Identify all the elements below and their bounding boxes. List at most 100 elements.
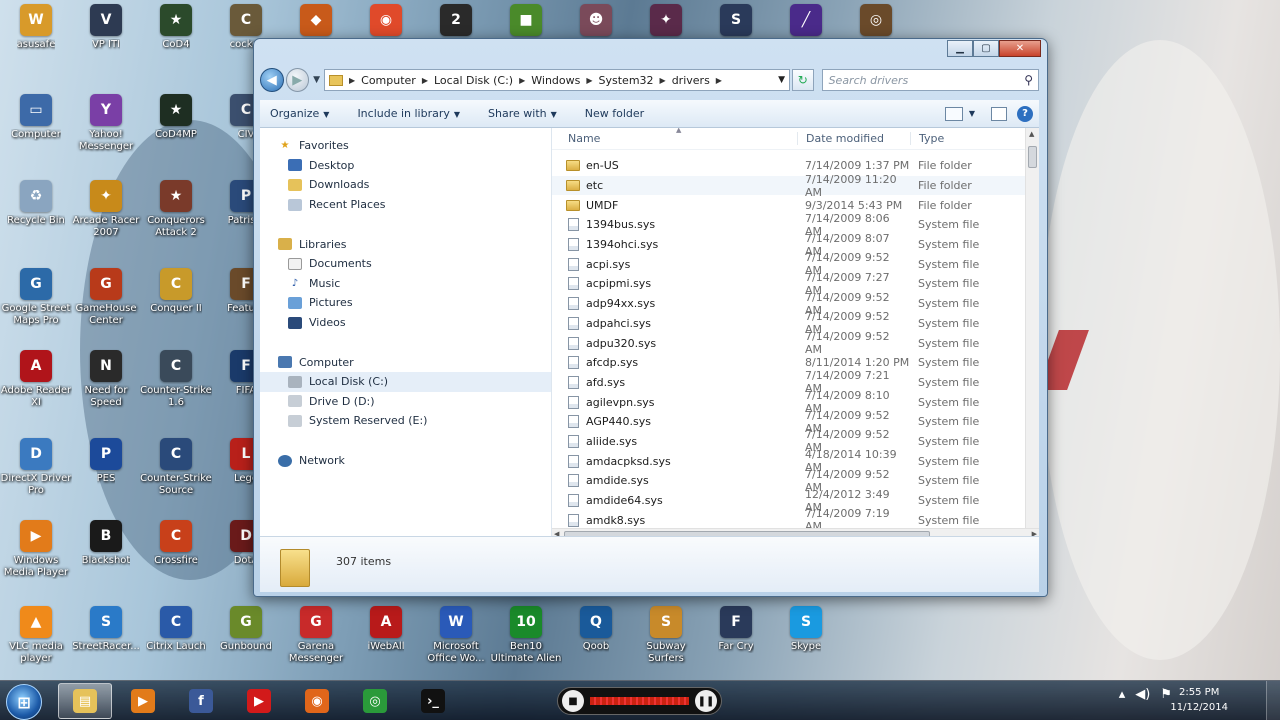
desktop-icon-vp-iti[interactable]: V VP ITI (70, 4, 142, 66)
file-row[interactable]: agilevpn.sys 7/14/2009 8:10 AM System file (552, 389, 1039, 415)
desktop-icon-pes[interactable]: P PES (70, 438, 142, 500)
breadcrumb-windows[interactable]: Windows (527, 74, 584, 87)
taskbar-media-player-button[interactable]: ▶ (116, 683, 170, 719)
change-view-icon[interactable] (944, 106, 963, 121)
nav-drive-d[interactable]: Drive D (D:) (260, 392, 551, 412)
desktop-icon-counter-strike-source[interactable]: C Counter-Strike Source (140, 438, 212, 500)
start-button[interactable]: ⊞ (6, 684, 42, 720)
recent-pages-icon[interactable]: ▼ (313, 75, 320, 85)
breadcrumb-computer[interactable]: Computer (357, 74, 420, 87)
file-row[interactable]: UMDF 9/3/2014 5:43 PM File folder (552, 195, 1039, 215)
show-desktop-button[interactable] (1266, 681, 1280, 720)
preview-pane-icon[interactable] (991, 106, 1007, 121)
desktop-icon-gamehouse-center[interactable]: G GameHouse Center (70, 268, 142, 330)
nav-videos[interactable]: Videos (260, 313, 551, 333)
forward-button[interactable]: ▶ (285, 68, 310, 92)
desktop-icon-conquer-ii[interactable]: C Conquer II (140, 268, 212, 330)
desktop-icon-recycle-bin[interactable]: ♻ Recycle Bin (0, 180, 72, 242)
minimize-button[interactable]: ▁ (947, 40, 973, 57)
chevron-down-icon[interactable]: ▼ (969, 109, 975, 118)
nav-recent-places[interactable]: Recent Places (260, 195, 551, 215)
desktop-icon-adobe-reader-xi[interactable]: A Adobe Reader XI (0, 350, 72, 412)
nav-desktop[interactable]: Desktop (260, 156, 551, 176)
taskbar-chrome-button[interactable]: ◎ (348, 683, 402, 719)
desktop-icon-citrix-lauch[interactable]: C Citrix Lauch (140, 606, 212, 668)
desktop-icon-directx-driver-pro[interactable]: D DirectX Driver Pro (0, 438, 72, 500)
address-bar[interactable]: ▶ Computer ▶ Local Disk (C:) ▶ Windows ▶… (323, 69, 790, 91)
desktop-icon-need-for-speed[interactable]: N Need for Speed (70, 350, 142, 412)
chevron-right-icon[interactable]: ▶ (420, 76, 430, 85)
desktop-icon-google-street-maps-pro[interactable]: G Google Street Maps Pro (0, 268, 72, 330)
desktop-icon-blackshot[interactable]: B Blackshot (70, 520, 142, 582)
maximize-button[interactable]: ▢ (973, 40, 999, 57)
desktop-icon-counter-strike-1-6[interactable]: C Counter-Strike 1.6 (140, 350, 212, 412)
file-row[interactable]: adpahci.sys 7/14/2009 9:52 AM System file (552, 310, 1039, 336)
file-row[interactable]: acpipmi.sys 7/14/2009 7:27 AM System file (552, 271, 1039, 297)
file-row[interactable]: AGP440.sys 7/14/2009 9:52 AM System file (552, 409, 1039, 435)
nav-libraries[interactable]: Libraries (260, 234, 551, 254)
scroll-thumb[interactable] (1028, 146, 1037, 168)
file-row[interactable]: adpu320.sys 7/14/2009 9:52 AM System file (552, 330, 1039, 356)
desktop-icon-qoob[interactable]: Q Qoob (560, 606, 632, 668)
desktop-icon-microsoft-office-wo[interactable]: W Microsoft Office Wo... (420, 606, 492, 668)
desktop-icon-streetracer[interactable]: S StreetRacer... (70, 606, 142, 668)
file-row[interactable]: adp94xx.sys 7/14/2009 9:52 AM System file (552, 291, 1039, 317)
share-with-button[interactable]: Share with ▼ (488, 107, 557, 120)
desktop-icon-yahoo-messenger[interactable]: Y Yahoo! Messenger (70, 94, 142, 156)
search-input[interactable]: Search drivers ⚲ (821, 69, 1039, 91)
help-icon[interactable]: ? (1017, 105, 1033, 122)
search-icon[interactable]: ⚲ (1024, 73, 1033, 87)
nav-system-reserved[interactable]: System Reserved (E:) (260, 411, 551, 431)
column-date-modified[interactable]: Date modified (797, 132, 910, 145)
file-row[interactable]: acpi.sys 7/14/2009 9:52 AM System file (552, 251, 1039, 277)
taskbar-firefox-button[interactable]: ◉ (290, 683, 344, 719)
back-button[interactable]: ◀ (260, 68, 284, 92)
clock[interactable]: 2:55 PM 11/12/2014 (1170, 685, 1228, 715)
chevron-right-icon[interactable]: ▶ (517, 76, 527, 85)
new-folder-button[interactable]: New folder (585, 107, 644, 120)
nav-local-disk[interactable]: Local Disk (C:) (260, 371, 551, 392)
breadcrumb-drivers[interactable]: drivers (668, 74, 714, 87)
desktop-icon-iweball[interactable]: AiWebAll (350, 606, 422, 668)
file-row[interactable]: afcdp.sys 8/11/2014 1:20 PM System file (552, 353, 1039, 373)
chevron-right-icon[interactable]: ▶ (584, 76, 594, 85)
file-row[interactable]: 1394ohci.sys 7/14/2009 8:07 AM System file (552, 232, 1039, 258)
desktop-icon-subway-surfers[interactable]: S Subway Surfers (630, 606, 702, 668)
file-row[interactable]: amdide.sys 7/14/2009 9:52 AM System file (552, 468, 1039, 494)
desktop-icon-conquerors-attack-2[interactable]: ★ Conquerors Attack 2 (140, 180, 212, 242)
desktop-icon-computer[interactable]: ▭ Computer (0, 94, 72, 156)
desktop-icon-asusafe[interactable]: Wasusafe (0, 4, 72, 66)
scroll-up-icon[interactable]: ▲ (1029, 130, 1034, 138)
desktop-icon-arcade-racer-2007[interactable]: ✦ Arcade Racer 2007 (70, 180, 142, 242)
desktop-icon-vlc-media-player[interactable]: ▲ VLC media player (0, 606, 72, 668)
file-row[interactable]: amdide64.sys 12/4/2012 3:49 AM System file (552, 488, 1039, 514)
desktop-icon-gunbound[interactable]: G Gunbound (210, 606, 282, 668)
desktop-icon-far-cry[interactable]: F Far Cry (700, 606, 772, 668)
include-in-library-button[interactable]: Include in library ▼ (357, 107, 460, 120)
chevron-down-icon[interactable]: ▼ (778, 75, 785, 85)
close-button[interactable]: ✕ (999, 40, 1041, 57)
nav-favorites[interactable]: ★ Favorites (260, 136, 551, 156)
pause-icon[interactable]: ❚❚ (695, 690, 717, 712)
file-row[interactable]: aliide.sys 7/14/2009 9:52 AM System file (552, 428, 1039, 454)
nav-pictures[interactable]: Pictures (260, 293, 551, 313)
stop-icon[interactable]: ■ (562, 690, 584, 712)
nav-network[interactable]: Network (260, 451, 551, 471)
file-row[interactable]: amdacpksd.sys 4/18/2014 10:39 AM System fi… (552, 448, 1039, 474)
file-row[interactable]: etc 7/14/2009 11:20 AM File folder (552, 173, 1039, 199)
nav-computer[interactable]: Computer (260, 352, 551, 372)
file-row[interactable]: 1394bus.sys 7/14/2009 8:06 AM System file (552, 212, 1039, 238)
nav-documents[interactable]: Documents (260, 254, 551, 274)
desktop-icon-garena-messenger[interactable]: G Garena Messenger (280, 606, 352, 668)
taskbar-facebook-button[interactable]: f (174, 683, 228, 719)
desktop-icon-ben10-ultimate-alien[interactable]: 10 Ben10 Ultimate Alien (490, 606, 562, 668)
volume-icon[interactable]: ◀) (1135, 687, 1150, 702)
desktop-icon-crossfire[interactable]: C Crossfire (140, 520, 212, 582)
chevron-right-icon[interactable]: ▶ (658, 76, 668, 85)
explorer-window[interactable]: ▁ ▢ ✕ ◀ ▶ ▼ ▶ Computer ▶ Local Disk (C:)… (253, 38, 1048, 597)
chevron-right-icon[interactable]: ▶ (347, 76, 357, 85)
desktop-icon-cod4[interactable]: ★ CoD4 (140, 4, 212, 66)
nav-downloads[interactable]: Downloads (260, 175, 551, 195)
taskbar-explorer-button[interactable]: ▤ (58, 683, 112, 719)
breadcrumb-local-disk[interactable]: Local Disk (C:) (430, 74, 517, 87)
